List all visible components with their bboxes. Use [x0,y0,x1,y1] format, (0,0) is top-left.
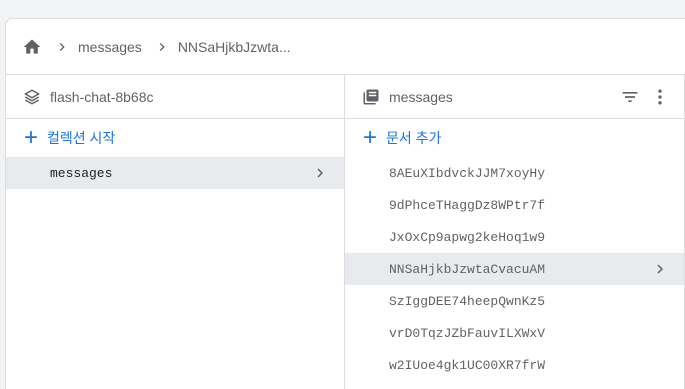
collection-title: messages [389,88,453,105]
document-item[interactable]: w2IUoe4gk1UC00XR7frW [345,349,684,381]
filter-icon[interactable] [618,85,642,109]
list-item-label: 8AEuXIbdvckJJM7xoyHy [389,165,546,181]
document-item[interactable]: SzIggDEE74heepQwnKz5 [345,285,684,317]
root-column-header: flash-chat-8b68c [6,75,344,119]
collection-header-actions [618,75,672,119]
document-item[interactable]: 9dPhceTHaggDz8WPtr7f [345,189,684,221]
add-document-button[interactable]: + 문서 추가 [345,119,684,157]
add-document-label: 문서 추가 [386,130,442,146]
plus-icon: + [363,124,378,151]
root-column: flash-chat-8b68c + 컬렉션 시작 messages [6,75,345,389]
breadcrumb-item-document[interactable]: NNSaHjkbJzwta... [178,39,291,55]
project-title: flash-chat-8b68c [50,88,154,105]
list-item-label: SzIggDEE74heepQwnKz5 [389,293,546,309]
more-vert-icon[interactable] [648,85,672,109]
document-item-selected[interactable]: NNSaHjkbJzwtaCvacuAM [345,253,684,285]
list-item-label: JxOxCp9apwg2keHoq1w9 [389,229,546,245]
firestore-data-panel: messages NNSaHjkbJzwta... flash-chat-8b6… [5,18,685,389]
collection-icon [361,87,381,107]
list-item-label: NNSaHjkbJzwtaCvacuAM [389,261,546,277]
collection-column-header: messages [345,75,684,119]
list-item-label: 9dPhceTHaggDz8WPtr7f [389,197,546,213]
database-icon [22,87,42,107]
home-icon[interactable] [22,37,42,57]
collection-column: messages + 문서 추가 8AEuXIbdvckJJM7xoyHy 9d… [345,75,685,389]
breadcrumb: messages NNSaHjkbJzwta... [6,19,685,75]
list-item-label: w2IUoe4gk1UC00XR7frW [389,357,546,373]
chevron-right-icon [310,163,330,183]
list-item-label: messages [50,165,113,181]
chevron-right-icon [150,37,174,57]
document-item[interactable]: JxOxCp9apwg2keHoq1w9 [345,221,684,253]
breadcrumb-item-messages[interactable]: messages [78,39,142,55]
chevron-right-icon [650,259,670,279]
list-item-label: vrD0TqzJZbFauvILXWxV [389,325,546,341]
start-collection-label: 컬렉션 시작 [47,130,116,146]
collection-item-messages[interactable]: messages [6,157,344,189]
document-item[interactable]: 8AEuXIbdvckJJM7xoyHy [345,157,684,189]
document-item[interactable]: vrD0TqzJZbFauvILXWxV [345,317,684,349]
start-collection-button[interactable]: + 컬렉션 시작 [6,119,344,157]
chevron-right-icon [50,37,74,57]
plus-icon: + [24,124,39,151]
